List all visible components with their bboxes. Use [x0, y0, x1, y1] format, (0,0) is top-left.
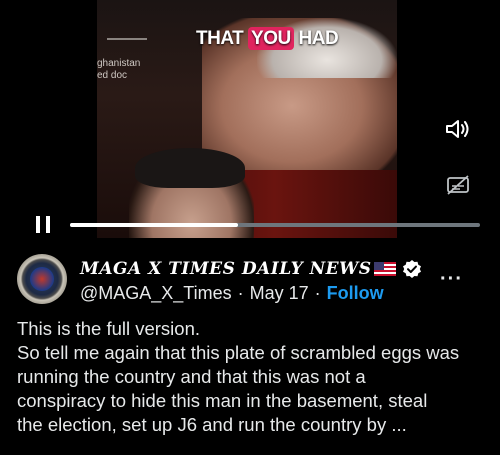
- post-text-line: running the country and that this was no…: [17, 366, 366, 387]
- video-caption: THAT YOU HAD: [196, 27, 339, 50]
- verified-badge-icon[interactable]: [402, 259, 422, 279]
- video-player[interactable]: ghanistan ed doc THAT YOU HAD: [0, 0, 500, 238]
- background-document-text: ghanistan ed doc: [97, 58, 141, 81]
- separator-dot: ·: [314, 282, 321, 303]
- separator-dot: ·: [237, 282, 244, 303]
- post-date[interactable]: May 17: [250, 283, 309, 304]
- video-progress-fill: [70, 223, 239, 227]
- captions-off-icon[interactable]: [446, 175, 470, 195]
- background-line: [107, 38, 147, 40]
- post-text-line: So tell me again that this plate of scra…: [17, 342, 460, 363]
- presenter-hair: [135, 148, 245, 188]
- user-handle[interactable]: @MAGA_X_Times: [80, 283, 232, 304]
- pause-icon[interactable]: [34, 215, 54, 235]
- caption-word-1: THAT: [196, 28, 244, 49]
- follow-button[interactable]: Follow: [327, 283, 384, 304]
- speaker-icon[interactable]: [444, 117, 472, 141]
- more-icon[interactable]: ···: [440, 269, 463, 289]
- avatar-emblem: [30, 267, 54, 291]
- post-text-line: conspiracy to hide this man in the basem…: [17, 390, 428, 411]
- post-author-row: MAGA X TIMES DAILY NEWS: [80, 256, 422, 282]
- us-flag-icon: [373, 262, 396, 276]
- avatar[interactable]: [17, 254, 67, 304]
- display-name[interactable]: MAGA X TIMES DAILY NEWS: [80, 259, 372, 279]
- caption-highlight-word: YOU: [248, 27, 294, 50]
- caption-word-3: HAD: [298, 28, 339, 49]
- post-meta-row: @MAGA_X_Times · May 17 · Follow: [80, 282, 384, 304]
- video-progress-bar[interactable]: [70, 223, 480, 227]
- post-text-line: This is the full version.: [17, 318, 201, 339]
- post-text: This is the full version. So tell me aga…: [17, 317, 487, 437]
- post-text-line: the election, set up J6 and run the coun…: [17, 414, 407, 435]
